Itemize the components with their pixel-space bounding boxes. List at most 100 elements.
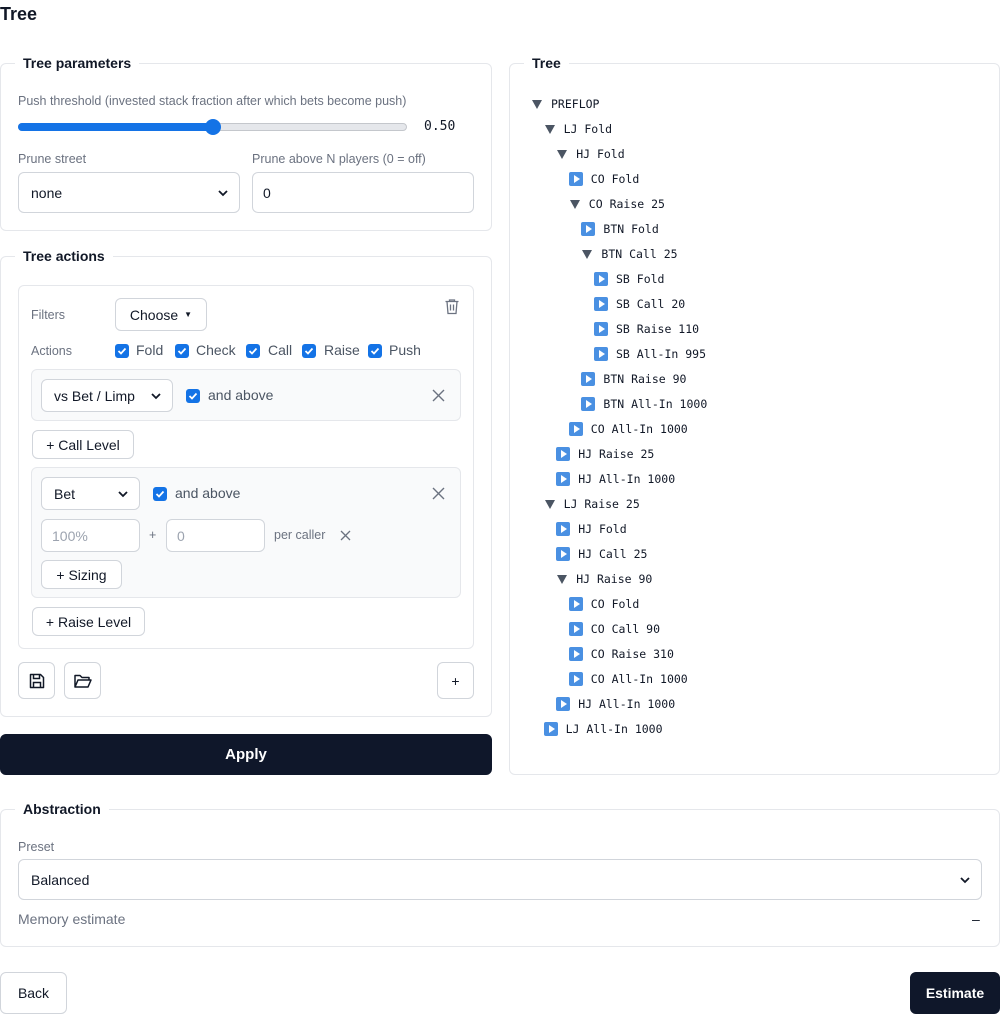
back-button[interactable]: Back (0, 972, 67, 1014)
raise-and-above-label: and above (175, 485, 241, 501)
close-icon[interactable] (432, 389, 445, 402)
collapsed-node-icon[interactable] (581, 397, 596, 411)
tree-node[interactable]: BTN Call 25 (581, 244, 678, 264)
collapsed-node-icon[interactable] (568, 647, 583, 661)
push-checkbox[interactable] (368, 344, 382, 358)
collapsed-node-icon[interactable] (556, 522, 571, 536)
tree-node[interactable]: LJ Raise 25 (544, 494, 640, 514)
add-sizing-button[interactable]: + Sizing (41, 560, 122, 589)
expanded-triangle-icon[interactable] (544, 499, 555, 509)
tree-node[interactable]: CO Call 90 (568, 619, 660, 639)
close-icon[interactable] (340, 530, 351, 541)
tree-node-label: BTN Fold (603, 222, 659, 236)
tree-node[interactable]: HJ All-In 1000 (556, 469, 675, 489)
tree-node[interactable]: LJ All-In 1000 (543, 719, 663, 739)
call-and-above-label: and above (208, 387, 274, 403)
raise-level-select[interactable]: Bet (41, 477, 140, 510)
prune-street-select[interactable]: none (18, 172, 240, 213)
tree-node[interactable]: HJ Fold (556, 144, 625, 164)
collapsed-node-icon[interactable] (581, 372, 596, 386)
save-icon (29, 673, 44, 688)
tree-node[interactable]: SB Fold (594, 269, 664, 289)
expanded-triangle-icon[interactable] (582, 249, 593, 259)
collapsed-node-icon[interactable] (581, 222, 596, 236)
check-label: Check (196, 342, 236, 358)
raise-and-above-checkbox[interactable] (153, 487, 167, 501)
per-caller-label: per caller (274, 528, 326, 542)
add-raise-level-button[interactable]: + Raise Level (32, 607, 145, 636)
tree-node-label: HJ All-In 1000 (578, 697, 676, 711)
filters-dropdown[interactable]: Choose ▼ (115, 298, 207, 331)
tree-node[interactable]: CO Fold (568, 169, 639, 189)
collapsed-node-icon[interactable] (568, 422, 583, 436)
expanded-triangle-icon[interactable] (544, 124, 555, 134)
collapsed-node-icon[interactable] (568, 672, 583, 686)
collapsed-node-icon[interactable] (556, 547, 571, 561)
actions-label: Actions (31, 344, 72, 358)
save-button[interactable] (18, 662, 55, 699)
call-checkbox[interactable] (246, 344, 260, 358)
estimate-button[interactable]: Estimate (910, 972, 1000, 1014)
tree-node[interactable]: CO Raise 310 (568, 644, 674, 664)
tree-node[interactable]: HJ Fold (556, 519, 627, 539)
tree-node[interactable]: BTN All-In 1000 (581, 394, 707, 414)
per-caller-input[interactable]: 0 (166, 519, 265, 552)
raise-checkbox[interactable] (302, 344, 316, 358)
tree-node-label: HJ Call 25 (578, 547, 648, 561)
folder-open-icon (73, 674, 92, 688)
expanded-triangle-icon[interactable] (557, 149, 568, 159)
collapsed-node-icon[interactable] (594, 322, 608, 336)
tree-node[interactable]: CO Raise 25 (569, 194, 665, 214)
add-action-button[interactable]: + (437, 662, 474, 699)
apply-button[interactable]: Apply (0, 734, 492, 775)
collapsed-node-icon[interactable] (568, 622, 583, 636)
page-title: Tree (0, 4, 38, 24)
tree-node[interactable]: BTN Fold (581, 219, 659, 239)
tree-node[interactable]: HJ Raise 90 (556, 569, 652, 589)
collapsed-node-icon[interactable] (594, 272, 608, 286)
tree-node[interactable]: HJ Call 25 (556, 544, 647, 564)
collapsed-node-icon[interactable] (556, 447, 571, 461)
tree-node[interactable]: HJ All-In 1000 (556, 694, 675, 714)
preset-label: Preset (18, 840, 55, 854)
tree-node-label: HJ Raise 25 (578, 447, 655, 461)
fold-checkbox[interactable] (115, 344, 129, 358)
prune-players-input[interactable]: 0 (252, 172, 474, 213)
tree-node-label: SB All-In 995 (616, 347, 707, 361)
collapsed-node-icon[interactable] (556, 472, 571, 486)
push-threshold-thumb[interactable] (205, 119, 221, 135)
preset-select[interactable]: Balanced (18, 859, 982, 900)
tree-node[interactable]: SB All-In 995 (594, 344, 706, 364)
collapsed-node-icon[interactable] (594, 347, 608, 361)
collapsed-node-icon[interactable] (543, 722, 558, 736)
tree-node-label: BTN Raise 90 (603, 372, 687, 386)
tree-node[interactable]: SB Call 20 (594, 294, 685, 314)
add-call-level-button[interactable]: + Call Level (32, 430, 134, 459)
expanded-triangle-icon[interactable] (532, 99, 542, 109)
collapsed-node-icon[interactable] (568, 172, 583, 186)
expanded-triangle-icon[interactable] (557, 574, 568, 584)
push-threshold-fill (18, 123, 214, 131)
check-checkbox[interactable] (175, 344, 189, 358)
filters-label: Filters (31, 308, 66, 322)
tree-node-label: BTN Call 25 (601, 247, 678, 261)
tree-node[interactable]: CO All-In 1000 (568, 419, 688, 439)
trash-icon[interactable] (444, 298, 460, 315)
sizing-input[interactable]: 100% (41, 519, 140, 552)
tree-node[interactable]: CO Fold (568, 594, 639, 614)
tree-node[interactable]: BTN Raise 90 (581, 369, 686, 389)
tree-node-label: CO Raise 25 (588, 197, 665, 211)
call-and-above-checkbox[interactable] (186, 389, 200, 403)
collapsed-node-icon[interactable] (556, 697, 571, 711)
tree-node[interactable]: HJ Raise 25 (556, 444, 654, 464)
tree-node[interactable]: CO All-In 1000 (568, 669, 688, 689)
collapsed-node-icon[interactable] (568, 597, 583, 611)
tree-node[interactable]: SB Raise 110 (594, 319, 699, 339)
expanded-triangle-icon[interactable] (569, 199, 580, 209)
close-icon[interactable] (432, 487, 445, 500)
tree-node[interactable]: LJ Fold (544, 119, 612, 139)
collapsed-node-icon[interactable] (594, 297, 608, 311)
open-button[interactable] (64, 662, 101, 699)
tree-node[interactable]: PREFLOP (531, 94, 599, 114)
call-level-select[interactable]: vs Bet / Limp (41, 379, 173, 412)
